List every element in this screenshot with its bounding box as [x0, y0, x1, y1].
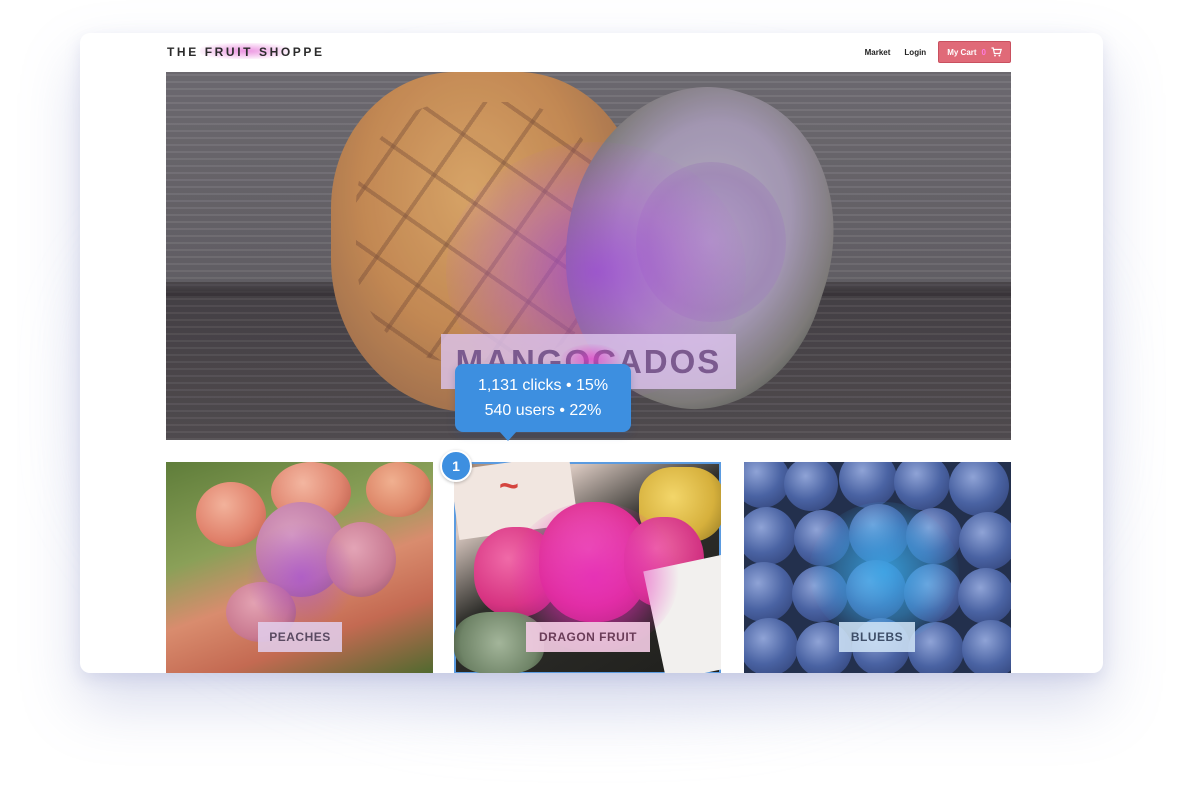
dragon-fruit-label-box: DRAGON FRUIT	[526, 622, 650, 652]
site-logo[interactable]: THE FRUIT SHOPPE	[167, 45, 325, 59]
blueberry	[949, 462, 1009, 516]
bluebs-label-box: BLUEBS	[839, 622, 915, 652]
tooltip-users: 540 users • 22%	[484, 401, 602, 419]
peaches-label-box: PEACHES	[258, 622, 342, 652]
click-stats-tooltip: 1,131 clicks • 15% 540 users • 22%	[455, 364, 631, 441]
nav-market-label: Market	[864, 47, 891, 57]
blueberry	[744, 507, 796, 565]
blueberry	[894, 462, 950, 510]
product-card-peaches[interactable]: PEACHES	[166, 462, 433, 673]
blueberry	[744, 618, 798, 673]
blueberry	[839, 462, 897, 508]
peach-fruit	[196, 482, 266, 547]
cart-icon	[991, 47, 1002, 57]
peach-fruit	[366, 462, 431, 517]
blueberry	[958, 568, 1011, 624]
nav-login-label: Login	[904, 47, 927, 57]
blueberry	[784, 462, 838, 511]
cart-count: 0	[981, 47, 986, 57]
price-sign-text-graphic: ~	[499, 467, 519, 505]
browser-window: THE FRUIT SHOPPE Market Login My Cart 0	[80, 33, 1103, 673]
click-marker[interactable]: 1	[440, 450, 472, 482]
product-card-dragon-fruit[interactable]: ~ DRAGON FRUIT	[454, 462, 721, 673]
nav-market[interactable]: Market	[858, 42, 897, 62]
peaches-label: PEACHES	[269, 630, 331, 644]
blueberry	[962, 620, 1011, 673]
heatmap-spot-peaches	[246, 522, 356, 632]
main-nav: Market Login My Cart 0	[858, 41, 1011, 63]
tooltip-clicks: 1,131 clicks • 15%	[477, 376, 609, 394]
nav-login[interactable]: Login	[898, 42, 933, 62]
product-card-bluebs[interactable]: BLUEBS	[744, 462, 1011, 673]
cart-label: My Cart	[947, 47, 977, 57]
bluebs-label: BLUEBS	[850, 630, 904, 644]
my-cart-button[interactable]: My Cart 0	[938, 41, 1011, 63]
blueberry	[959, 512, 1011, 570]
dragon-fruit-label: DRAGON FRUIT	[539, 630, 637, 644]
site-header: THE FRUIT SHOPPE Market Login My Cart 0	[80, 33, 1103, 71]
blueberry	[744, 562, 794, 622]
heatmap-spot-bluebs	[809, 502, 959, 642]
